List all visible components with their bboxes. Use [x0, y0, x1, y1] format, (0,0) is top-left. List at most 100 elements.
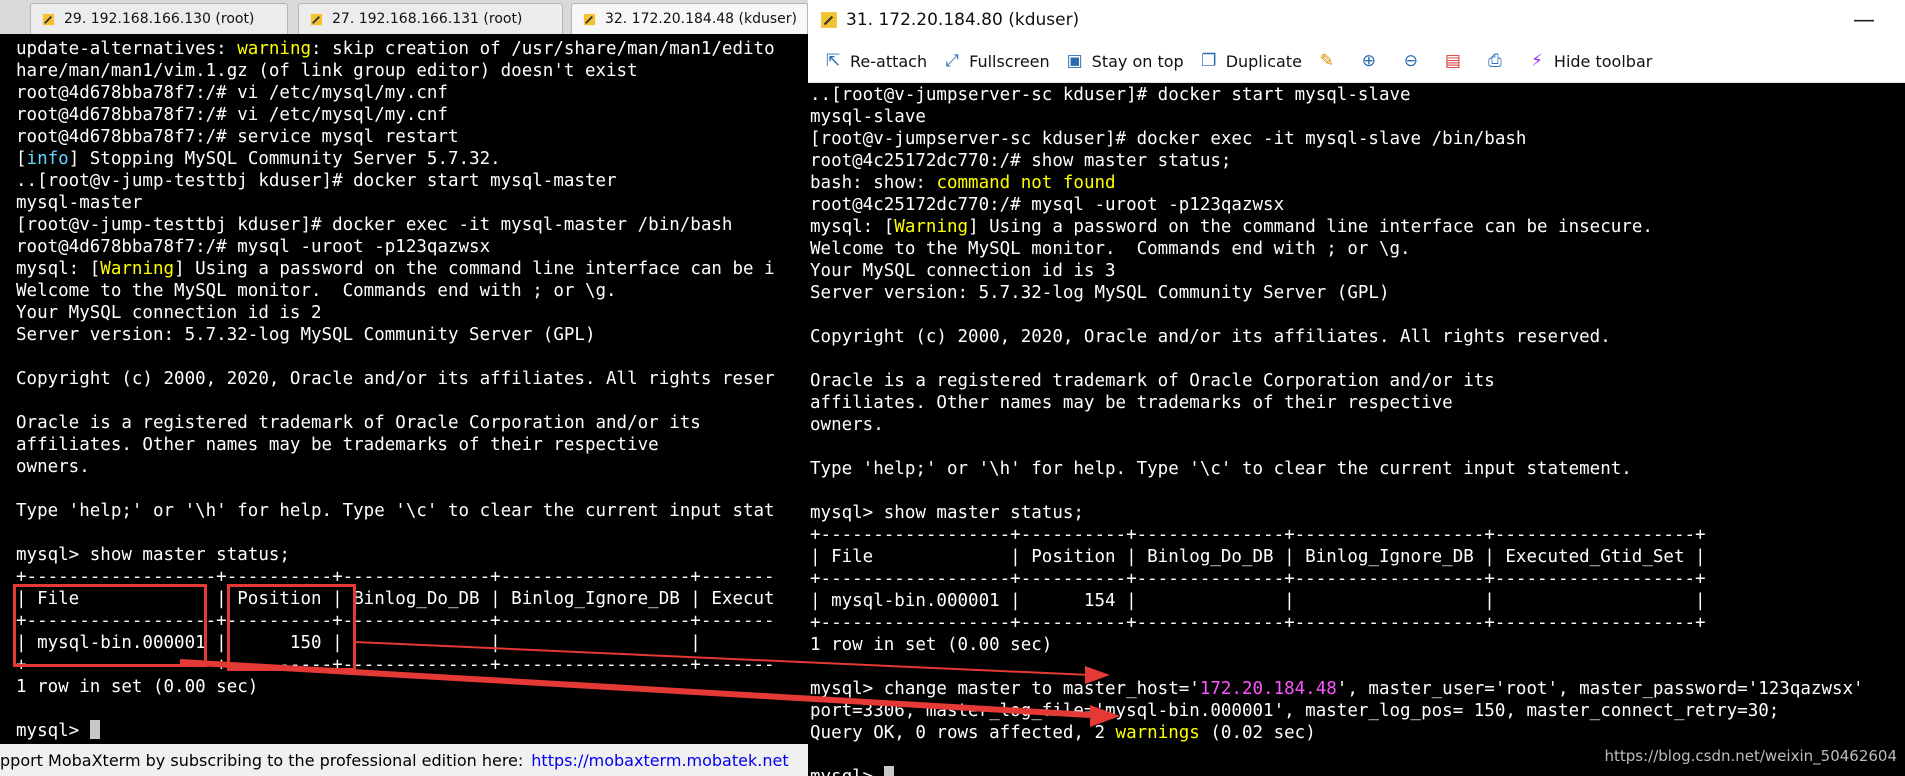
terminal-output[interactable]: ..[root@v-jumpserver-sc kduser]# docker …	[810, 84, 1864, 776]
terminal-line: affiliates. Other names may be trademark…	[810, 392, 1864, 414]
mobaxterm-link[interactable]: https://mobaxterm.mobatek.net	[531, 751, 788, 770]
terminal-text: Oracle is a registered trademark of Orac…	[16, 413, 701, 433]
toolbar-label: Hide toolbar	[1553, 51, 1653, 71]
zoom-in-button[interactable]: ⊕	[1358, 50, 1386, 72]
terminal-text: root@4d678bba78f7:/# service mysql resta…	[16, 127, 459, 147]
print-button[interactable]: ⎙	[1484, 50, 1512, 72]
terminal-text: mysql: [	[810, 217, 895, 237]
terminal-line: Query OK, 0 rows affected, 2 warnings (0…	[810, 722, 1864, 744]
zoom-in-icon: ⊕	[1361, 51, 1377, 71]
terminal-text: Welcome to the MySQL monitor. Commands e…	[810, 239, 1411, 259]
reattach-button[interactable]: ⇱ Re-attach	[822, 50, 927, 72]
toolbar-label: Fullscreen	[969, 51, 1050, 71]
terminal-text: warning	[237, 39, 312, 59]
tab-label: 29. 192.168.166.130 (root)	[64, 11, 255, 27]
terminal-line: 1 row in set (0.00 sec)	[810, 634, 1864, 656]
terminal-text: ..[root@v-jump-testtbj kduser]# docker s…	[16, 171, 617, 191]
session-tab-bar: 29. 192.168.166.130 (root) 27. 192.168.1…	[0, 0, 808, 34]
terminal-line: mysql> change master to master_host='172…	[810, 678, 1864, 700]
duplicate-icon: ❐	[1201, 51, 1217, 71]
terminal-line: [root@v-jumpserver-sc kduser]# docker ex…	[810, 128, 1864, 150]
terminal-text: ] Using a password on the command line i…	[174, 259, 775, 279]
tab-label: 27. 192.168.166.131 (root)	[332, 11, 523, 27]
edit-icon: ✎	[1319, 51, 1335, 71]
terminal-text: root@4c25172dc770:/# mysql -uroot -p123q…	[810, 195, 1285, 215]
terminal-line: Your MySQL connection id is 3	[810, 260, 1864, 282]
terminal-text: [root@v-jumpserver-sc kduser]# docker ex…	[810, 129, 1527, 149]
duplicate-button[interactable]: ❐ Duplicate	[1198, 50, 1302, 72]
zoom-out-button[interactable]: ⊖	[1400, 50, 1428, 72]
stay-on-top-icon: ▣	[1066, 51, 1083, 71]
terminal-text: update-alternatives:	[16, 39, 238, 59]
terminal-text: owners.	[810, 415, 884, 435]
terminal-text: | mysql-bin.000001 | 154 | | | |	[810, 591, 1706, 611]
terminal-text: root@4c25172dc770:/# show master status;	[810, 151, 1232, 171]
terminal-line: Oracle is a registered trademark of Orac…	[810, 370, 1864, 392]
terminal-text: (0.02 sec)	[1199, 723, 1316, 743]
right-terminal-window: 31. 172.20.184.80 (kduser) — ⇱ Re-attach ⤢…	[808, 0, 1905, 776]
terminal-text: +------------------+----------+---------…	[810, 613, 1706, 633]
terminal-line: mysql> show master status;	[810, 502, 1864, 524]
terminal-line: root@4d678bba78f7:/# mysql -uroot -p123q…	[16, 236, 775, 258]
terminal-text: 1 row in set (0.00 sec)	[16, 677, 259, 697]
terminal-line: hare/man/man1/vim.1.gz (of link group ed…	[16, 60, 775, 82]
terminal-line: +------------------+----------+---------…	[810, 612, 1864, 634]
terminal-text: Server version: 5.7.32-log MySQL Communi…	[16, 325, 596, 345]
toolbar-label: Re-attach	[850, 51, 928, 71]
terminal-text: [	[16, 149, 27, 169]
fullscreen-button[interactable]: ⤢ Fullscreen	[941, 50, 1050, 72]
terminal-line: owners.	[810, 414, 1864, 436]
terminal-line: mysql-master	[16, 192, 775, 214]
hide-toolbar-icon: ⚡	[1530, 51, 1543, 71]
terminal-line: Server version: 5.7.32-log MySQL Communi…	[16, 324, 775, 346]
terminal-text: | File | Position | Binlog_Do_DB | Binlo…	[810, 547, 1706, 567]
terminal-line: mysql> show master status;	[16, 544, 775, 566]
wrench-icon	[821, 12, 837, 28]
terminal-line: +------------------+----------+---------…	[810, 568, 1864, 590]
minimize-button[interactable]: —	[1853, 8, 1875, 33]
edit-button[interactable]: ✎	[1316, 50, 1344, 72]
terminal-line: | File | Position | Binlog_Do_DB | Binlo…	[810, 546, 1864, 568]
terminal-line: root@4c25172dc770:/# show master status;	[810, 150, 1864, 172]
terminal-line: Copyright (c) 2000, 2020, Oracle and/or …	[16, 368, 775, 390]
terminal-line: affiliates. Other names may be trademark…	[16, 434, 775, 456]
terminal-text: Warning	[100, 259, 175, 279]
toolbar-label: Stay on top	[1091, 51, 1184, 71]
terminal-text: affiliates. Other names may be trademark…	[810, 393, 1453, 413]
terminal-line: bash: show: command not found	[810, 172, 1864, 194]
terminal-line: root@4d678bba78f7:/# vi /etc/mysql/my.cn…	[16, 104, 775, 126]
wrench-icon	[42, 13, 55, 25]
terminal-text: mysql-slave	[810, 107, 926, 127]
terminal-text: info	[26, 149, 69, 169]
terminal-cursor	[89, 720, 100, 739]
terminal-text: [root@v-jump-testtbj kduser]# docker exe…	[16, 215, 733, 235]
session-tab-27[interactable]: 27. 192.168.166.131 (root)	[298, 3, 563, 34]
session-tab-32[interactable]: 32. 172.20.184.48 (kduser)	[571, 3, 808, 34]
terminal-text: +------------------+----------+---------…	[810, 525, 1706, 545]
terminal-line: ..[root@v-jump-testtbj kduser]# docker s…	[16, 170, 775, 192]
terminal-line: Welcome to the MySQL monitor. Commands e…	[810, 238, 1864, 260]
terminal-text: root@4d678bba78f7:/# vi /etc/mysql/my.cn…	[16, 83, 448, 103]
hide-toolbar-button[interactable]: ⚡ Hide toolbar	[1526, 50, 1652, 72]
terminal-line: Copyright (c) 2000, 2020, Oracle and/or …	[810, 326, 1864, 348]
terminal-cursor	[883, 766, 894, 776]
terminal-text: Server version: 5.7.32-log MySQL Communi…	[810, 283, 1390, 303]
terminal-text: root@4d678bba78f7:/# mysql -uroot -p123q…	[16, 237, 491, 257]
session-tab-29[interactable]: 29. 192.168.166.130 (root)	[30, 3, 288, 34]
terminal-text: Oracle is a registered trademark of Orac…	[810, 371, 1495, 391]
save-button[interactable]: ▤	[1442, 50, 1470, 72]
support-message: pport MobaXterm by subscribing to the pr…	[0, 750, 524, 770]
window-title: 31. 172.20.184.80 (kduser)	[846, 10, 1080, 30]
terminal-text: mysql: [	[16, 259, 101, 279]
stay-on-top-button[interactable]: ▣ Stay on top	[1064, 50, 1184, 72]
window-titlebar[interactable]: 31. 172.20.184.80 (kduser) —	[808, 0, 1905, 40]
terminal-text: mysql> show master status;	[810, 503, 1084, 523]
terminal-text: root@4d678bba78f7:/# vi /etc/mysql/my.cn…	[16, 105, 448, 125]
terminal-text: port=3306, master_log_file='mysql-bin.00…	[810, 701, 1780, 721]
